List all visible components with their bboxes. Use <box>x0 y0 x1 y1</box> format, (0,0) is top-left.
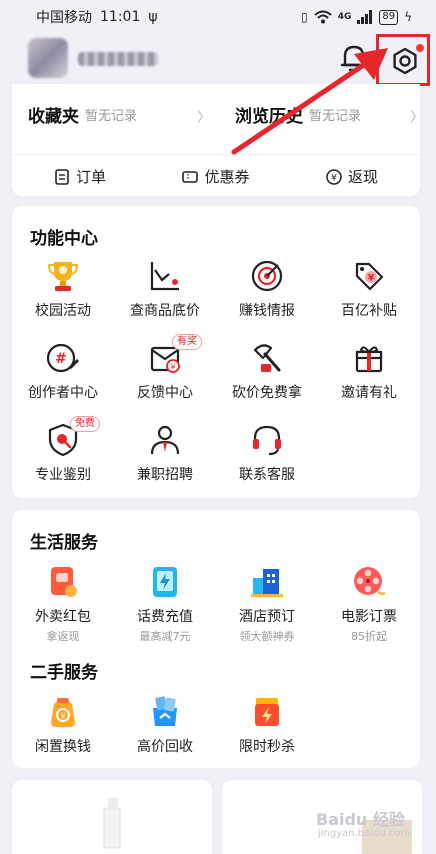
recycle-box-icon <box>153 696 177 726</box>
wifi-icon <box>314 10 332 24</box>
free-badge: 免费 <box>70 416 100 432</box>
network-type: 4G <box>337 12 352 22</box>
avatar[interactable] <box>28 38 68 78</box>
order-icon <box>55 168 69 185</box>
gift-icon <box>355 346 383 373</box>
settings-highlight-box <box>376 34 430 86</box>
grid-item-recruit[interactable]: 兼职招聘 <box>114 420 216 502</box>
yen-icon: ¥ <box>326 168 342 185</box>
headset-icon <box>253 425 281 455</box>
favorites-entry[interactable]: 收藏夹 暂无记录 〉 <box>12 92 213 136</box>
svg-text:¥: ¥ <box>368 274 375 284</box>
trophy-icon <box>47 262 79 291</box>
radar-icon <box>251 260 283 292</box>
orders-button[interactable]: 订单 <box>12 155 148 188</box>
vibrate-icon: ▯ <box>301 10 308 24</box>
grid-item-price-check[interactable]: 查商品底价 <box>114 256 216 338</box>
grid-item-feedback[interactable]: ¥ 有奖 反馈中心 <box>114 334 216 420</box>
grid-item-takeout[interactable]: 外卖红包 拿返现 <box>12 562 114 644</box>
phone-charge-icon <box>153 567 177 597</box>
bell-icon[interactable] <box>339 42 369 74</box>
settings-icon[interactable] <box>391 47 419 75</box>
svg-text:¥: ¥ <box>331 173 337 183</box>
cashback-button[interactable]: ¥ 返现 <box>284 155 420 188</box>
grid-item-money-intel[interactable]: 赚钱情报 <box>216 256 318 338</box>
clock: 11:01 <box>100 9 141 25</box>
coupons-button[interactable]: 优惠券 <box>148 155 284 188</box>
reward-badge: 有奖 <box>172 334 202 350</box>
price-chart-icon <box>150 262 179 291</box>
hotel-icon <box>251 569 283 597</box>
baidu-watermark: Baidu 经验 <box>316 810 405 829</box>
grid-item-bargain[interactable]: 砍价免费拿 <box>216 338 318 420</box>
grid-item-idle-swap[interactable]: ¥ 闲置换钱 <box>12 692 114 774</box>
takeout-icon <box>51 567 77 597</box>
carrier-label: 中国移动 <box>36 10 92 26</box>
profile-header <box>0 34 436 90</box>
notification-dot <box>416 44 424 52</box>
product-bottle-image <box>103 798 121 849</box>
flash-sale-icon <box>255 698 279 726</box>
status-bar: 中国移动 11:01 ψ ▯ 4G 89 ϟ <box>0 0 436 34</box>
battery-indicator: 89 <box>379 9 399 25</box>
recruit-icon <box>150 425 180 455</box>
baidu-watermark-url: jingyan.baidu.com <box>318 828 411 839</box>
chevron-right-icon: 〉 <box>410 110 424 126</box>
swap-money-icon: ¥ <box>51 698 75 727</box>
grid-item-support[interactable]: 联系客服 <box>216 420 318 502</box>
charging-icon: ϟ <box>404 10 412 24</box>
signal-icon <box>357 10 373 24</box>
favorites-card: 收藏夹 暂无记录 〉 浏览历史 暂无记录 〉 订单 优惠券 ¥ 返现 <box>12 84 424 196</box>
life-services-card: 生活服务 外卖红包 拿返现 话费充值 最高减7元 酒店预订 领大额神券 电影订票… <box>12 510 420 768</box>
usb-icon: ψ <box>148 9 158 25</box>
history-entry[interactable]: 浏览历史 暂无记录 〉 <box>213 92 424 136</box>
svg-text:¥: ¥ <box>170 363 175 372</box>
life-services-title: 生活服务 <box>30 533 98 553</box>
axe-icon <box>253 344 281 372</box>
chevron-right-icon: 〉 <box>197 110 211 126</box>
grid-item-creator[interactable]: # 创作者中心 <box>12 338 114 420</box>
creator-icon: # <box>46 343 80 373</box>
grid-item-phone-topup[interactable]: 话费充值 最高减7元 <box>114 562 216 644</box>
coupon-icon <box>182 170 199 183</box>
subsidy-tag-icon: ¥ <box>355 262 384 291</box>
grid-item-invite[interactable]: 邀请有礼 <box>318 338 420 420</box>
svg-text:#: # <box>55 351 67 367</box>
grid-item-appraisal[interactable]: 免费 专业鉴别 <box>12 416 114 502</box>
grid-item-hotel[interactable]: 酒店预订 领大额神券 <box>216 562 318 644</box>
grid-item-flash-sale[interactable]: 限时秒杀 <box>216 692 318 774</box>
username-blurred[interactable] <box>78 52 158 66</box>
product-card-left[interactable] <box>12 780 212 854</box>
film-reel-icon <box>354 567 386 596</box>
grid-item-subsidy[interactable]: ¥ 百亿补贴 <box>318 256 420 338</box>
grid-item-campus[interactable]: 校园活动 <box>12 256 114 338</box>
function-center-title: 功能中心 <box>30 229 98 249</box>
svg-text:¥: ¥ <box>60 712 65 721</box>
function-center-card: 功能中心 校园活动 查商品底价 赚钱情报 ¥ 百亿补贴 # 创作者中心 ¥ 有奖… <box>12 206 420 498</box>
second-hand-title: 二手服务 <box>30 663 98 683</box>
grid-item-recycle[interactable]: 高价回收 <box>114 692 216 774</box>
grid-item-movie[interactable]: 电影订票 85折起 <box>318 562 420 644</box>
